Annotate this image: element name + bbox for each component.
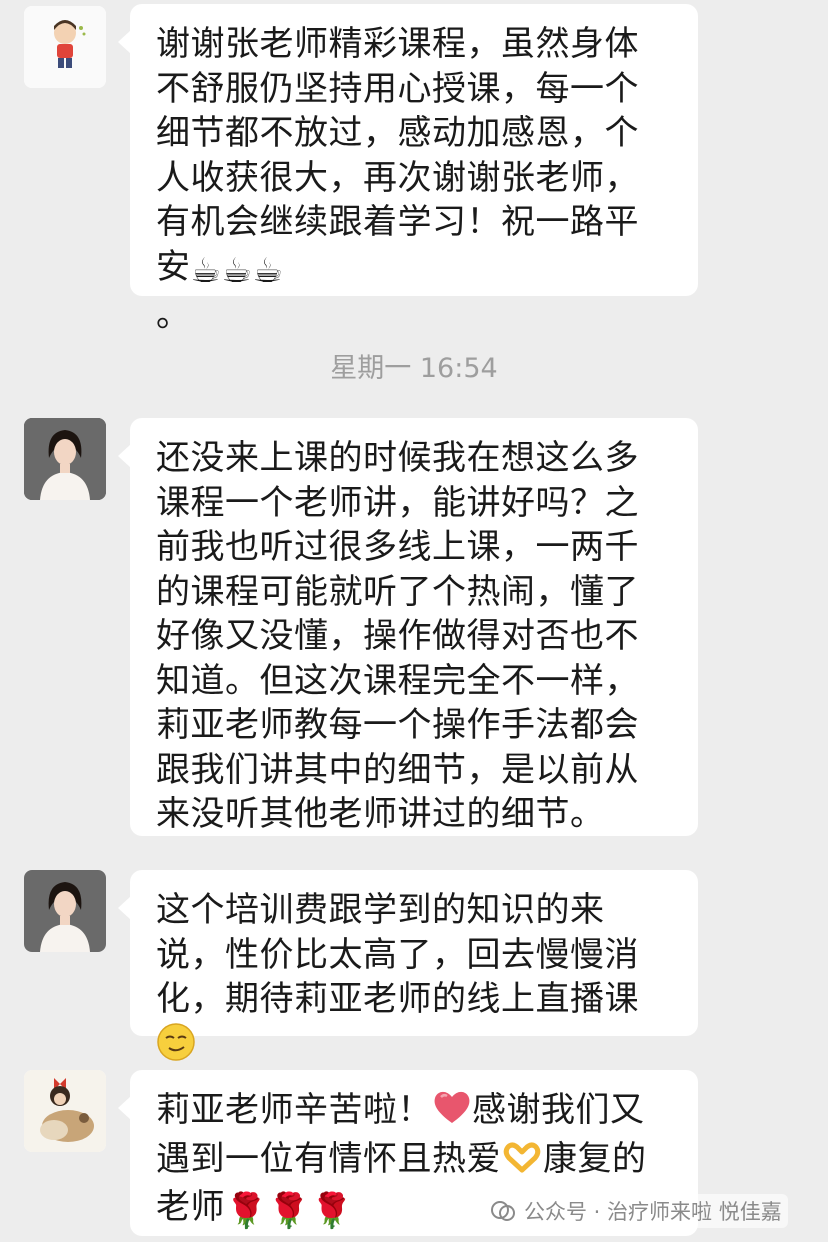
message-bubble[interactable]: 谢谢张老师精彩课程，虽然身体不舒服仍坚持用心授课，每一个细节都不放过，感动加感恩… [118, 4, 698, 335]
avatar-woman-photo[interactable] [24, 870, 106, 952]
chat-timestamp: 星期一 16:54 [330, 353, 498, 384]
message-bubble[interactable]: 还没来上课的时候我在想这么多课程一个老师讲，能讲好吗？之前我也听过很多线上课，一… [118, 418, 698, 836]
coffee-icon: ☕ [221, 250, 253, 291]
avatar-cartoon-girl[interactable] [24, 1070, 106, 1152]
avatar-cartoon-boy[interactable] [24, 6, 106, 88]
message-text: 谢谢张老师精彩课程，虽然身体不舒服仍坚持用心授课，每一个细节都不放过，感动加感恩… [156, 24, 639, 287]
heart-icon [432, 1089, 472, 1137]
coffee-icon: ☕ [190, 250, 222, 291]
message-text: 还没来上课的时候我在想这么多课程一个老师讲，能讲好吗？之前我也听过很多线上课，一… [156, 438, 639, 834]
message-text-a: 莉亚老师辛苦啦！ [156, 1090, 432, 1130]
coffee-icon: ☕ [252, 250, 284, 291]
watermark: 公众号 · 治疗师来啦 悦佳嘉 [484, 1194, 788, 1228]
message-bubble[interactable]: 这个培训费跟学到的知识的来说，性价比太高了，回去慢慢消化，期待莉亚老师的线上直播… [118, 870, 698, 1061]
rose-icon: 🌹 [225, 1191, 268, 1231]
rose-icon: 🌹 [267, 1191, 311, 1231]
heart-hands-icon [501, 1138, 543, 1186]
wechat-official-account-icon [491, 1201, 515, 1221]
watermark-text: 公众号 · 治疗师来啦 悦佳嘉 [524, 1200, 782, 1224]
smirk-face-icon [156, 1022, 196, 1074]
rose-icon: 🌹 [310, 1191, 354, 1231]
message-text: 这个培训费跟学到的知识的来说，性价比太高了，回去慢慢消化，期待莉亚老师的线上直播… [156, 890, 639, 1019]
avatar-woman-photo[interactable] [24, 418, 106, 500]
message-text-tail: 。 [156, 295, 191, 335]
